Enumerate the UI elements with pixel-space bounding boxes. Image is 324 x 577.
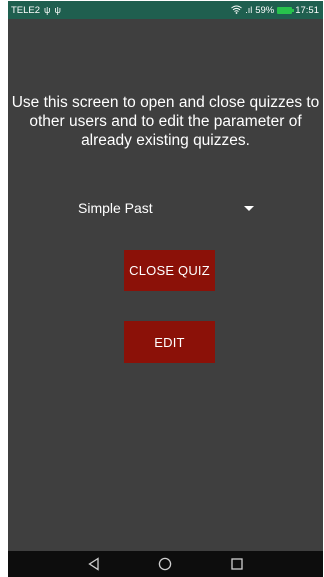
back-triangle-icon[interactable]: [79, 554, 109, 574]
carrier-label: TELE2: [11, 4, 41, 16]
home-circle-icon[interactable]: [150, 554, 180, 574]
navigation-bar: [8, 551, 323, 577]
status-left: TELE2 ψ ψ: [11, 5, 61, 16]
usb-icon: ψ: [44, 4, 51, 15]
close-quiz-button[interactable]: CLOSE QUIZ: [124, 250, 215, 291]
dropdown-arrow-icon: [244, 205, 254, 211]
status-right: .ıl 59% 17:51: [231, 5, 319, 16]
wifi-icon: [231, 5, 242, 16]
phone-screen: TELE2 ψ ψ .ıl 59% 17:51 Use this screen …: [8, 1, 323, 577]
usb-icon: ψ: [54, 4, 61, 15]
signal-icon: .ıl: [245, 4, 253, 15]
battery-percent: 59%: [255, 4, 275, 16]
clock: 17:51: [295, 4, 319, 16]
quiz-select-value: Simple Past: [78, 200, 153, 216]
instructions-text: Use this screen to open and close quizze…: [11, 94, 320, 149]
edit-button[interactable]: EDIT: [124, 321, 215, 363]
recents-square-icon[interactable]: [222, 554, 252, 574]
status-bar: TELE2 ψ ψ .ıl 59% 17:51: [8, 1, 323, 19]
quiz-select-dropdown[interactable]: Simple Past: [78, 198, 258, 218]
battery-icon: [277, 6, 295, 14]
